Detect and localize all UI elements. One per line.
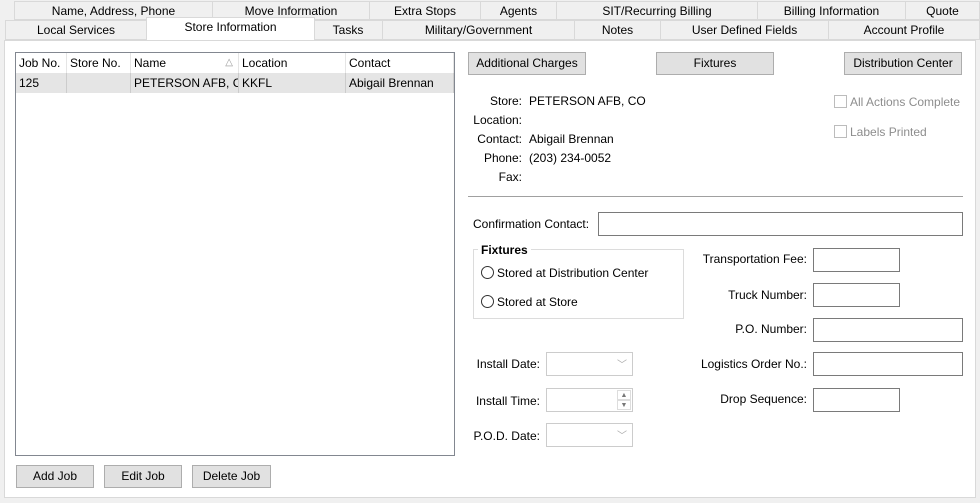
delete-job-button[interactable]: Delete Job — [192, 465, 271, 488]
edit-job-button[interactable]: Edit Job — [104, 465, 182, 488]
logistics-order-label: Logistics Order No.: — [700, 357, 807, 371]
col-job-no[interactable]: Job No. — [16, 53, 67, 73]
pod-date-dropdown[interactable]: ﹀ — [546, 423, 633, 447]
labels-printed-checkbox[interactable] — [834, 125, 847, 138]
drop-sequence-label: Drop Sequence: — [720, 392, 807, 406]
transportation-fee-label: Transportation Fee: — [702, 252, 807, 266]
location-label: Location: — [473, 113, 522, 127]
additional-charges-button[interactable]: Additional Charges — [468, 52, 586, 75]
tab-quote[interactable]: Quote — [905, 1, 980, 20]
spin-down-icon[interactable]: ▼ — [617, 400, 631, 410]
col-store-no[interactable]: Store No. — [67, 53, 131, 73]
tab-tasks[interactable]: Tasks — [313, 20, 383, 40]
distribution-center-button[interactable]: Distribution Center — [844, 52, 962, 75]
stored-at-dc-radio[interactable] — [481, 266, 494, 279]
transportation-fee-input[interactable] — [813, 248, 900, 272]
install-date-label: Install Date: — [476, 357, 540, 371]
truck-number-label: Truck Number: — [728, 288, 807, 302]
store-value: PETERSON AFB, CO — [529, 94, 646, 108]
po-number-input[interactable] — [813, 318, 963, 342]
stored-at-store-label: Stored at Store — [497, 295, 578, 309]
cell-contact: Abigail Brennan — [346, 73, 454, 93]
spin-up-icon[interactable]: ▲ — [617, 390, 631, 400]
stored-at-store-radio[interactable] — [481, 295, 494, 308]
chevron-down-icon: ﹀ — [617, 360, 627, 371]
stored-at-dc-label: Stored at Distribution Center — [497, 266, 649, 280]
tab-military-government[interactable]: Military/Government — [382, 20, 575, 40]
store-label: Store: — [489, 94, 522, 108]
col-location[interactable]: Location — [239, 53, 346, 73]
confirmation-contact-label: Confirmation Contact: — [473, 217, 590, 231]
add-job-button[interactable]: Add Job — [16, 465, 94, 488]
grid-header: Job No. Store No. Name △ Location Contact — [16, 53, 454, 73]
tab-user-defined-fields[interactable]: User Defined Fields — [660, 20, 829, 40]
truck-number-input[interactable] — [813, 283, 900, 307]
install-time-input[interactable]: ▲ ▼ — [546, 388, 633, 412]
pod-date-label: P.O.D. Date: — [473, 429, 540, 443]
tab-agents[interactable]: Agents — [480, 1, 557, 20]
cell-location: KKFL — [239, 73, 346, 93]
labels-printed-label: Labels Printed — [850, 125, 927, 139]
drop-sequence-input[interactable] — [813, 388, 900, 412]
tab-store-information[interactable]: Store Information — [146, 17, 315, 40]
tab-notes[interactable]: Notes — [574, 20, 661, 40]
tab-extra-stops[interactable]: Extra Stops — [369, 1, 481, 20]
cell-name: PETERSON AFB, C — [131, 73, 239, 93]
po-number-label: P.O. Number: — [735, 322, 807, 336]
install-date-dropdown[interactable]: ﹀ — [546, 352, 633, 376]
tab-billing-information[interactable]: Billing Information — [757, 1, 906, 20]
phone-value: (203) 234-0052 — [529, 151, 612, 165]
chevron-down-icon: ﹀ — [617, 431, 627, 442]
jobs-grid[interactable]: Job No. Store No. Name △ Location Contact… — [15, 52, 455, 456]
cell-job-no: 125 — [16, 73, 67, 93]
col-contact[interactable]: Contact — [346, 53, 454, 73]
tab-local-services[interactable]: Local Services — [5, 20, 147, 40]
separator — [468, 196, 963, 198]
phone-label: Phone: — [483, 151, 522, 165]
fixtures-button[interactable]: Fixtures — [656, 52, 774, 75]
fixtures-group-title: Fixtures — [478, 243, 531, 257]
table-row[interactable]: 125 PETERSON AFB, C KKFL Abigail Brennan — [16, 73, 454, 93]
contact-value: Abigail Brennan — [529, 132, 614, 146]
fax-label: Fax: — [498, 170, 522, 184]
all-actions-complete-label: All Actions Complete — [850, 95, 961, 109]
sort-triangle-icon: △ — [225, 57, 233, 68]
confirmation-contact-input[interactable] — [598, 212, 963, 236]
col-name[interactable]: Name △ — [131, 53, 239, 73]
logistics-order-input[interactable] — [813, 352, 963, 376]
all-actions-complete-checkbox[interactable] — [834, 95, 847, 108]
col-name-label: Name — [134, 56, 167, 70]
cell-store-no — [67, 73, 131, 93]
contact-label: Contact: — [477, 132, 522, 146]
install-time-label: Install Time: — [475, 394, 540, 408]
tab-sit-recurring-billing[interactable]: SIT/Recurring Billing — [556, 1, 758, 20]
tab-account-profile[interactable]: Account Profile — [828, 20, 980, 40]
